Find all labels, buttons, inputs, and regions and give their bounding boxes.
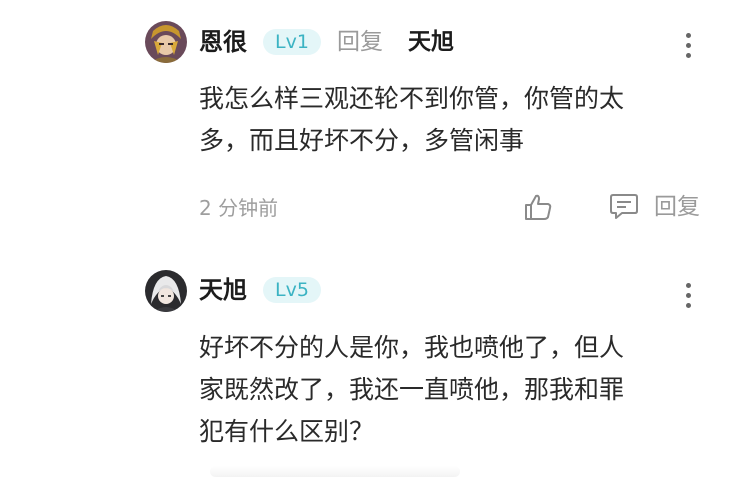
level-badge: Lv1 (263, 29, 321, 55)
bottom-fade (210, 466, 460, 477)
user-avatar[interactable] (145, 270, 187, 312)
comment-time: 2 分钟前 (199, 196, 279, 220)
level-badge: Lv5 (263, 277, 321, 303)
user-avatar[interactable] (145, 21, 187, 63)
reply-target-username[interactable]: 天旭 (408, 27, 454, 57)
more-vertical-icon[interactable] (683, 33, 693, 58)
comment-item: 恩很 Lv1 回复 天旭 我怎么样三观还轮不到你管，你管的太 多，而且好坏不分，… (0, 0, 750, 250)
comment-reply-icon[interactable] (609, 191, 639, 221)
comment-item: 天旭 Lv5 好坏不分的人是你，我也喷他了，但人 家既然改了，我还一直喷他，那我… (0, 250, 750, 477)
anime-avatar-icon (145, 270, 187, 312)
username[interactable]: 天旭 (199, 275, 247, 305)
reply-to-word: 回复 (337, 29, 383, 55)
more-vertical-icon[interactable] (683, 283, 693, 308)
reply-button[interactable]: 回复 (654, 192, 700, 222)
anime-avatar-icon (145, 21, 187, 63)
comment-text: 好坏不分的人是你，我也喷他了，但人 家既然改了，我还一直喷他，那我和罪 犯有什么… (199, 333, 625, 446)
like-thumb-icon[interactable] (523, 192, 553, 222)
username[interactable]: 恩很 (199, 27, 247, 57)
comment-text: 我怎么样三观还轮不到你管，你管的太 多，而且好坏不分，多管闲事 (199, 84, 625, 155)
